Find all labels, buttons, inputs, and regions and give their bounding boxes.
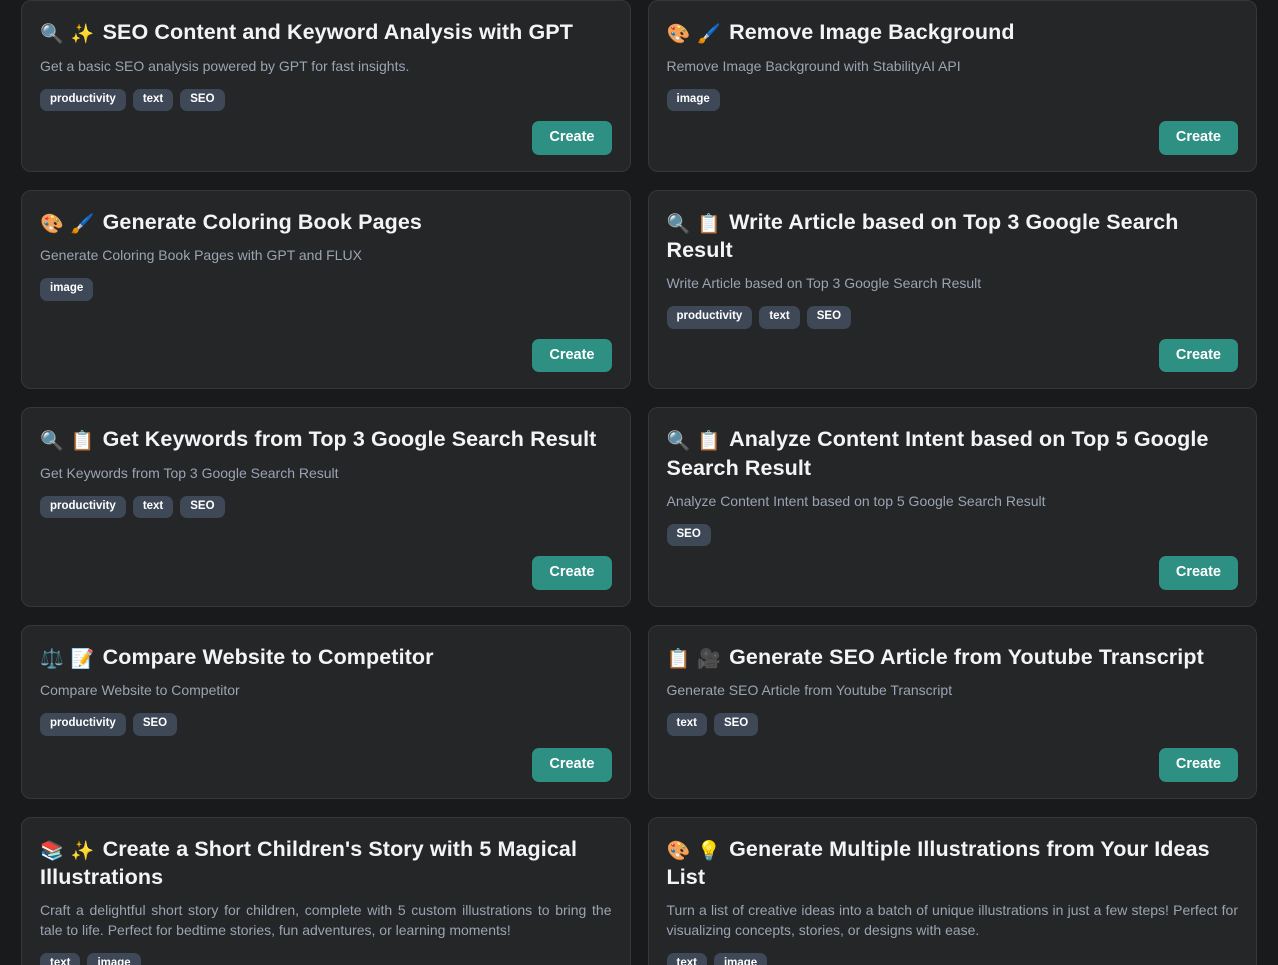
card-title: 🎨 🖌️ Generate Coloring Book Pages (40, 209, 612, 238)
card-tag-list: productivity text SEO (40, 88, 612, 112)
card-title: 📚 ✨ Create a Short Children's Story with … (40, 836, 612, 893)
create-button[interactable]: Create (1158, 338, 1238, 373)
magnifying-glass-icon clipboard-icon: 🔍 📋 (666, 431, 723, 453)
card-title: 🔍 📋 Analyze Content Intent based on Top 5… (667, 426, 1239, 483)
tag-pill[interactable]: text (666, 713, 707, 736)
template-card[interactable]: ⚖️ 📝 Compare Website to Competitor Compare… (21, 624, 631, 799)
card-title: 📋 🎥 Generate SEO Article from Youtube Tra… (667, 644, 1239, 673)
create-button[interactable]: Create (1158, 121, 1238, 155)
card-tag-list: image (40, 278, 612, 301)
card-title: 🎨 🖌️ Remove Image Background (667, 19, 1239, 48)
card-footer: Create (40, 748, 612, 782)
tag-pill[interactable]: text (759, 306, 800, 329)
card-title-text: Generate Coloring Book Pages (102, 209, 422, 234)
template-gallery-page: 🔍 ✨ SEO Content and Keyword Analysis with… (0, 0, 1278, 965)
card-tag-list: text image (40, 952, 612, 965)
card-title-text: SEO Content and Keyword Analysis with GP… (102, 20, 573, 44)
card-footer: Create (667, 556, 1238, 590)
card-footer: Create (40, 556, 612, 590)
tag-pill[interactable]: productivity (666, 306, 753, 329)
card-tag-list: text SEO (666, 713, 1239, 736)
card-tag-list: productivity text SEO (666, 306, 1239, 329)
tag-pill[interactable]: SEO (713, 713, 759, 736)
magnifying-glass-icon clipboard-icon: 🔍 📋 (666, 213, 723, 235)
card-footer: Create (667, 121, 1238, 155)
card-description: Compare Website to Competitor (40, 682, 240, 699)
card-tag-list: productivity SEO (40, 713, 612, 736)
template-card[interactable]: 🎨 🖌️ Remove Image Background Remove Image … (647, 0, 1257, 172)
card-description: Get Keywords from Top 3 Google Search Re… (40, 464, 339, 481)
card-description: Write Article based on Top 3 Google Sear… (666, 275, 982, 292)
create-button[interactable]: Create (1158, 748, 1238, 782)
clipboard-icon movie-camera-icon: 📋 🎥 (666, 648, 723, 670)
card-footer: Create (667, 338, 1238, 373)
template-card[interactable]: 🔍 📋 Get Keywords from Top 3 Google Search… (21, 407, 631, 607)
tag-pill[interactable]: text (132, 88, 174, 112)
card-title: 🔍 ✨ SEO Content and Keyword Analysis with… (40, 19, 612, 48)
card-title-text: Generate Multiple Illustrations from You… (666, 836, 1210, 890)
card-tag-list: SEO (666, 523, 1239, 547)
template-card[interactable]: 📋 🎥 Generate SEO Article from Youtube Tra… (647, 624, 1257, 799)
tag-pill[interactable]: text (40, 952, 81, 965)
card-title: 🔍 📋 Write Article based on Top 3 Google S… (667, 209, 1239, 266)
create-button[interactable]: Create (532, 748, 612, 782)
card-tag-list: productivity text SEO (40, 495, 612, 519)
tag-pill[interactable]: image (713, 952, 768, 965)
template-card[interactable]: 🎨 💡 Generate Multiple Illustrations from … (647, 816, 1257, 965)
tag-pill[interactable]: SEO (132, 713, 178, 736)
card-title-text: Generate SEO Article from Youtube Transc… (729, 644, 1204, 669)
magnifying-glass-icon sparkles-icon: 🔍 ✨ (40, 24, 96, 45)
card-description: Generate SEO Article from Youtube Transc… (666, 682, 953, 699)
create-button[interactable]: Create (532, 121, 612, 155)
card-tag-list: text image (666, 952, 1239, 965)
card-footer: Create (40, 121, 612, 155)
card-description: Remove Image Background with StabilityAI… (666, 57, 961, 74)
template-card[interactable]: 🔍 ✨ SEO Content and Keyword Analysis with… (21, 0, 631, 172)
books-icon sparkles-icon: 📚 ✨ (40, 840, 96, 862)
create-button[interactable]: Create (532, 338, 612, 373)
artist-palette-icon paintbrush-icon: 🎨 🖌️ (40, 213, 96, 235)
tag-pill[interactable]: image (87, 952, 141, 965)
template-card[interactable]: 📚 ✨ Create a Short Children's Story with … (21, 816, 631, 965)
tag-pill[interactable]: SEO (180, 495, 225, 519)
card-tag-list: image (666, 88, 1239, 112)
balance-scale-icon memo-icon: ⚖️ 📝 (40, 648, 96, 670)
tag-pill[interactable]: text (132, 495, 174, 519)
tag-pill[interactable]: productivity (40, 88, 126, 112)
artist-palette-icon paintbrush-icon: 🎨 🖌️ (666, 24, 723, 45)
card-title: 🎨 💡 Generate Multiple Illustrations from … (667, 836, 1239, 893)
card-footer: Create (40, 338, 612, 373)
card-title-text: Compare Website to Competitor (102, 644, 434, 669)
tag-pill[interactable]: SEO (806, 306, 852, 329)
card-title-text: Get Keywords from Top 3 Google Search Re… (102, 427, 597, 452)
tag-pill[interactable]: text (666, 952, 707, 965)
tag-pill[interactable]: image (666, 88, 720, 112)
card-description: Analyze Content Intent based on top 5 Go… (666, 492, 1046, 509)
template-card-grid: 🔍 ✨ SEO Content and Keyword Analysis with… (21, 0, 1257, 965)
card-title: 🔍 📋 Get Keywords from Top 3 Google Search… (40, 426, 612, 455)
tag-pill[interactable]: productivity (40, 713, 126, 736)
card-footer: Create (667, 748, 1238, 782)
tag-pill[interactable]: productivity (40, 495, 126, 519)
create-button[interactable]: Create (1158, 556, 1238, 590)
card-description: Get a basic SEO analysis powered by GPT … (40, 57, 410, 74)
template-card[interactable]: 🎨 🖌️ Generate Coloring Book Pages Generate… (21, 189, 631, 390)
card-title-text: Analyze Content Intent based on Top 5 Go… (666, 427, 1209, 480)
template-card[interactable]: 🔍 📋 Write Article based on Top 3 Google S… (647, 189, 1257, 390)
card-title-text: Write Article based on Top 3 Google Sear… (666, 209, 1179, 263)
tag-pill[interactable]: SEO (180, 88, 225, 112)
card-title-text: Create a Short Children's Story with 5 M… (40, 836, 578, 890)
card-description: Craft a delightful short story for child… (40, 902, 612, 939)
artist-palette-icon light-bulb-icon: 🎨 💡 (666, 840, 723, 862)
create-button[interactable]: Create (532, 556, 612, 590)
template-card[interactable]: 🔍 📋 Analyze Content Intent based on Top 5… (647, 407, 1257, 607)
tag-pill[interactable]: image (40, 278, 94, 301)
card-description: Turn a list of creative ideas into a bat… (666, 902, 1239, 939)
magnifying-glass-icon clipboard-icon: 🔍 📋 (40, 431, 96, 453)
card-title: ⚖️ 📝 Compare Website to Competitor (40, 644, 612, 673)
tag-pill[interactable]: SEO (666, 523, 711, 547)
card-description: Generate Coloring Book Pages with GPT an… (40, 247, 362, 264)
card-title-text: Remove Image Background (729, 20, 1015, 44)
